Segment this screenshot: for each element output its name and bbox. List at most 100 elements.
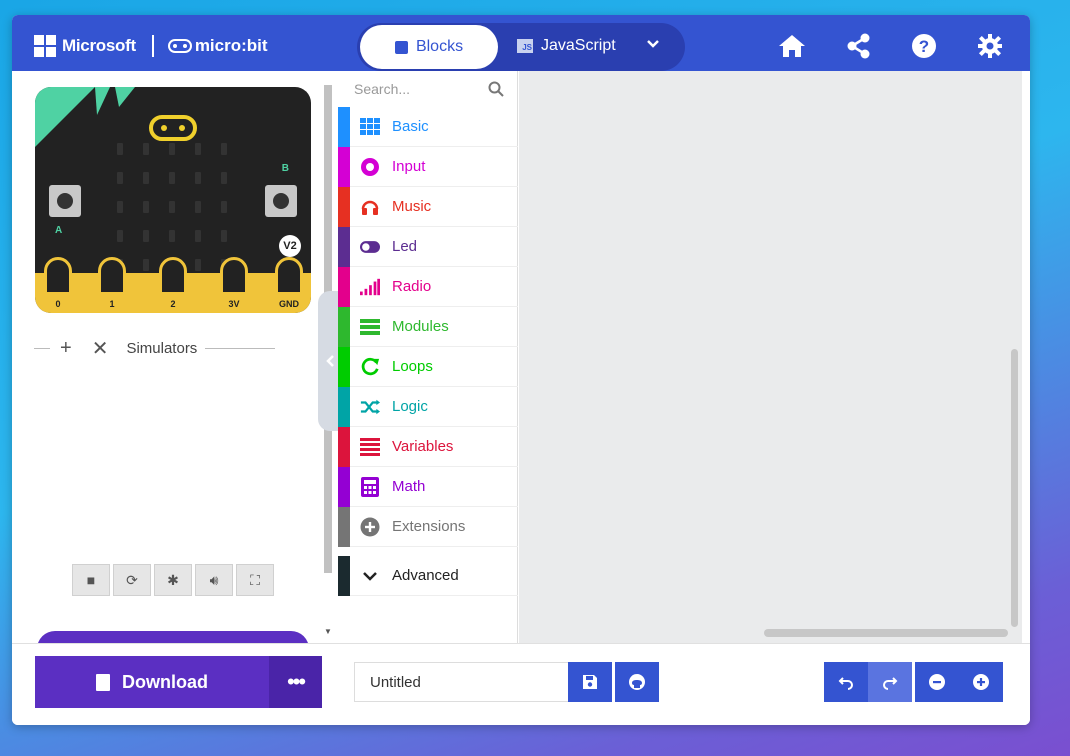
lines-icon	[360, 437, 380, 457]
zoom-in-icon	[973, 674, 989, 690]
pin-label: 0	[55, 299, 61, 309]
blocks-workspace[interactable]	[519, 71, 1022, 643]
toolbox-category-music[interactable]: Music	[338, 186, 518, 227]
toolbox-category-loops[interactable]: Loops	[338, 346, 518, 387]
scroll-down-arrow-icon[interactable]: ▼	[324, 627, 332, 636]
stop-icon[interactable]: ■	[72, 564, 110, 596]
download-button[interactable]: Download	[35, 656, 269, 708]
redo-button[interactable]	[868, 662, 912, 702]
tab-blocks-label: Blocks	[415, 38, 464, 55]
category-label: Logic	[392, 398, 428, 415]
toolbox-category-input[interactable]: Input	[338, 146, 518, 187]
toggle-icon	[360, 237, 380, 257]
category-color-bar	[338, 186, 350, 227]
toolbox-category-advanced[interactable]: Advanced	[338, 555, 518, 596]
workspace-horizontal-scrollbar[interactable]	[764, 629, 1008, 637]
toolbox-category-radio[interactable]: Radio	[338, 266, 518, 307]
share-icon[interactable]	[847, 33, 873, 59]
toolbox-category-math[interactable]: Math	[338, 466, 518, 507]
category-label: Music	[392, 198, 432, 215]
workspace-vertical-scrollbar[interactable]	[1011, 349, 1018, 627]
help-icon[interactable]: ?	[911, 33, 937, 59]
zoom-out-button[interactable]	[915, 662, 959, 702]
pin-label: 2	[170, 299, 176, 309]
category-color-bar	[338, 386, 350, 427]
touch-logo[interactable]	[149, 115, 197, 141]
pin-label: GND	[279, 299, 299, 309]
grid-icon	[360, 117, 380, 137]
chevron-left-icon	[326, 355, 334, 367]
brand[interactable]: Microsoft micro:bit	[34, 35, 268, 57]
microsoft-logo-icon	[34, 35, 56, 57]
undo-button[interactable]	[824, 662, 868, 702]
puzzle-icon	[394, 40, 408, 54]
search-input[interactable]: Search...	[354, 81, 504, 105]
button-b[interactable]	[265, 185, 297, 217]
pin-label: 3V	[228, 299, 240, 309]
tab-blocks[interactable]: Blocks	[360, 25, 498, 69]
editor-tabs: Blocks JS JavaScript	[357, 23, 685, 71]
chevron-down-icon[interactable]	[646, 35, 660, 56]
toolbox-category-modules[interactable]: Modules	[338, 306, 518, 347]
category-label: Led	[392, 238, 418, 255]
app-window: Microsoft micro:bit Blocks JS JavaScript	[12, 15, 1030, 725]
home-icon[interactable]	[778, 33, 805, 59]
pin-0[interactable]	[44, 257, 72, 295]
category-color-bar	[338, 555, 350, 596]
category-label: Advanced	[392, 567, 459, 584]
brand-separator	[151, 35, 154, 57]
toolbox-category-extensions[interactable]: Extensions	[338, 506, 518, 547]
toolbox-category-basic[interactable]: Basic	[338, 106, 518, 147]
github-icon	[629, 674, 645, 690]
tab-javascript-label: JavaScript	[541, 37, 616, 54]
plus-circle-icon	[360, 517, 380, 537]
toolbox-category-variables[interactable]: Variables	[338, 426, 518, 467]
toolbox: Search... Basic Input Music Led Radio Modules…	[338, 71, 518, 643]
pin-2[interactable]	[159, 257, 187, 295]
toolbox-category-led[interactable]: Led	[338, 226, 518, 267]
category-color-bar	[338, 306, 350, 347]
save-button[interactable]	[568, 662, 612, 702]
mute-icon[interactable]: 🔊︎	[195, 564, 233, 596]
category-color-bar	[338, 106, 350, 147]
svg-text:?: ?	[919, 37, 929, 56]
pin-gnd[interactable]	[275, 257, 303, 295]
microbit-logo-icon	[167, 39, 192, 53]
signal-icon	[360, 277, 380, 297]
board-corner-graphic	[35, 87, 135, 147]
button-a[interactable]	[49, 185, 81, 217]
restart-icon[interactable]: ⟳	[113, 564, 151, 596]
tab-javascript[interactable]: JS JavaScript	[517, 37, 616, 55]
divider	[34, 347, 50, 349]
github-button[interactable]	[615, 662, 659, 702]
category-color-bar	[338, 426, 350, 467]
close-icon[interactable]: ✕	[92, 336, 109, 361]
add-icon[interactable]: +	[60, 337, 72, 360]
category-color-bar	[338, 146, 350, 187]
pin-1[interactable]	[98, 257, 126, 295]
simulators-label: Simulators	[126, 339, 198, 357]
simulator-toolbar: + ✕ Simulators	[34, 335, 308, 361]
category-label: Modules	[392, 318, 449, 335]
shuffle-icon	[360, 397, 380, 417]
undo-icon	[838, 677, 853, 690]
category-color-bar	[338, 266, 350, 307]
search-icon[interactable]	[488, 81, 504, 102]
download-label: Download	[122, 671, 208, 692]
microbit-board[interactable]: A B V2 0 1 2 3V GND	[35, 87, 311, 313]
toolbox-category-logic[interactable]: Logic	[338, 386, 518, 427]
more-options-button[interactable]: •••	[269, 656, 322, 708]
zoom-in-button[interactable]	[959, 662, 1003, 702]
headphones-icon	[360, 197, 380, 217]
button-b-label: B	[281, 163, 289, 174]
project-name-input[interactable]	[354, 662, 568, 702]
button-a-label: A	[55, 225, 63, 236]
zoom-out-icon	[929, 674, 945, 690]
debug-icon[interactable]: ✱	[154, 564, 192, 596]
fullscreen-icon[interactable]: ⛶	[236, 564, 274, 596]
list-icon	[360, 317, 380, 337]
pin-3v[interactable]	[220, 257, 248, 295]
version-badge: V2	[279, 235, 301, 257]
category-label: Basic	[392, 118, 429, 135]
settings-icon[interactable]	[977, 33, 1003, 59]
